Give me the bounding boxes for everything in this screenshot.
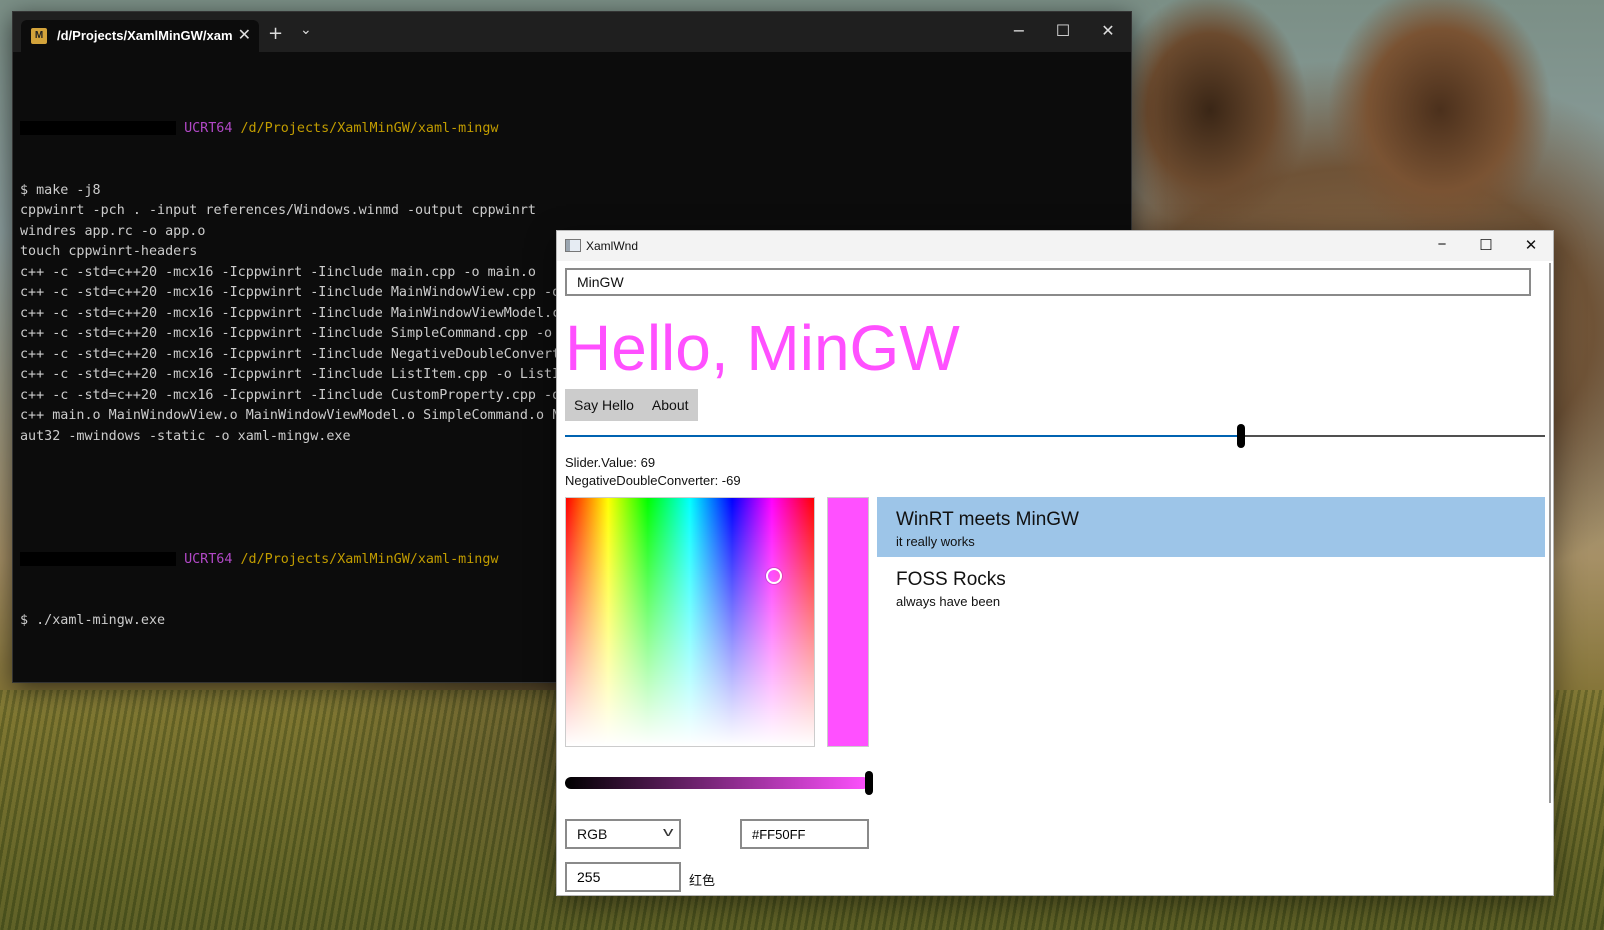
- terminal-line: cppwinrt -pch . -input references/Window…: [20, 203, 536, 218]
- color-preview: [827, 497, 869, 747]
- terminal-tab-title: /d/Projects/XamlMinGW/xam: [57, 28, 233, 43]
- list-item-title: FOSS Rocks: [896, 569, 1006, 590]
- color-mode-select[interactable]: RGB v: [565, 819, 681, 849]
- terminal-prompt: UCRT64 /d/Projects/XamlMinGW/xaml-mingw: [20, 119, 1131, 140]
- new-tab-icon[interactable]: +: [268, 23, 283, 44]
- red-channel-input[interactable]: [565, 862, 681, 892]
- close-tab-icon[interactable]: ✕: [238, 25, 251, 45]
- window-title: XamlWnd: [586, 239, 639, 253]
- minimize-icon[interactable]: −: [1427, 236, 1457, 253]
- greeting-text: Hello, MinGW: [565, 312, 960, 384]
- terminal-line: $ make -j8: [20, 182, 101, 198]
- list-item-subtitle: always have been: [896, 594, 1001, 609]
- name-input[interactable]: [565, 268, 1531, 296]
- item-list: WinRT meets MinGW it really works FOSS Roc…: [877, 497, 1545, 617]
- list-item-title: WinRT meets MinGW: [896, 509, 1079, 530]
- value-slider[interactable]: [565, 424, 1545, 448]
- xamlwnd-titlebar[interactable]: XamlWnd − ☐ ✕: [557, 231, 1553, 261]
- slider-thumb[interactable]: [1237, 424, 1246, 448]
- color-channel-slider-thumb[interactable]: [865, 771, 873, 795]
- color-channel-slider[interactable]: [565, 771, 873, 795]
- color-mode-value: RGB: [577, 826, 608, 842]
- close-icon[interactable]: ✕: [1516, 236, 1546, 254]
- color-spectrum[interactable]: [565, 497, 815, 747]
- msys-icon: M: [31, 28, 47, 44]
- list-item[interactable]: FOSS Rocks always have been: [877, 557, 1545, 617]
- red-channel-label: 红色: [689, 873, 716, 888]
- slider-value-label: Slider.Value: 69: [565, 455, 656, 470]
- list-item-subtitle: it really works: [896, 534, 975, 549]
- about-button[interactable]: About: [643, 389, 698, 421]
- maximize-icon[interactable]: ☐: [1471, 236, 1501, 254]
- minimize-icon[interactable]: −: [1004, 21, 1034, 40]
- button-group: Say Hello About: [565, 389, 698, 421]
- close-icon[interactable]: ✕: [1093, 21, 1123, 40]
- chevron-down-icon: v: [662, 824, 673, 839]
- list-item[interactable]: WinRT meets MinGW it really works: [877, 497, 1545, 557]
- terminal-tab[interactable]: M /d/Projects/XamlMinGW/xam ✕: [21, 20, 259, 52]
- xamlwnd-window: XamlWnd − ☐ ✕ Hello, MinGW Say Hello Abo…: [556, 230, 1554, 896]
- terminal-titlebar: M /d/Projects/XamlMinGW/xam ✕ + ⌄ − ☐ ✕: [13, 12, 1131, 52]
- say-hello-button[interactable]: Say Hello: [565, 389, 643, 421]
- maximize-icon[interactable]: ☐: [1048, 21, 1078, 40]
- chevron-down-icon[interactable]: ⌄: [300, 22, 312, 38]
- window-app-icon: [565, 239, 581, 252]
- hex-input[interactable]: [740, 819, 869, 849]
- slider-fill: [565, 435, 1242, 437]
- negative-converter-label: NegativeDoubleConverter: -69: [565, 473, 741, 488]
- spectrum-selector-ring[interactable]: [765, 567, 782, 584]
- scrollbar[interactable]: [1549, 263, 1551, 803]
